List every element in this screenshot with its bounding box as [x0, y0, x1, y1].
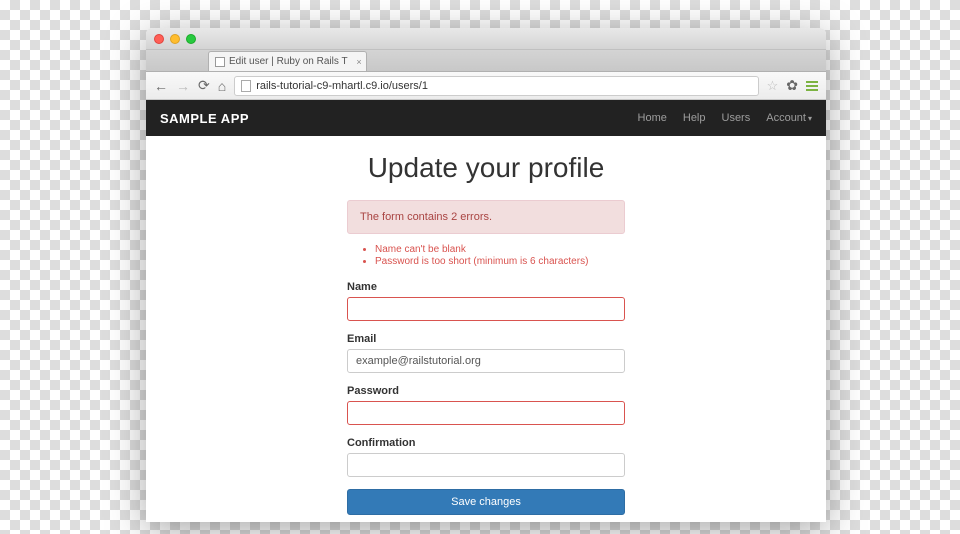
nav-help[interactable]: Help: [683, 112, 706, 124]
page-icon: [215, 57, 225, 67]
nav-home[interactable]: Home: [638, 112, 667, 124]
window-minimize-button[interactable]: [170, 34, 180, 44]
nav-users[interactable]: Users: [722, 112, 751, 124]
name-label: Name: [347, 281, 625, 293]
menu-hamburger-icon[interactable]: [806, 81, 818, 91]
address-bar[interactable]: rails-tutorial-c9-mhartl.c9.io/users/1: [234, 76, 758, 96]
nav-links: Home Help Users Account▾: [638, 112, 812, 124]
password-label: Password: [347, 385, 625, 397]
name-field[interactable]: [347, 297, 625, 321]
app-navbar: SAMPLE APP Home Help Users Account▾: [146, 100, 826, 136]
chevron-down-icon: ▾: [808, 114, 812, 123]
window-titlebar: [146, 28, 826, 50]
error-list: Name can't be blank Password is too shor…: [347, 244, 625, 267]
email-label: Email: [347, 333, 625, 345]
home-icon[interactable]: ⌂: [218, 78, 226, 94]
url-text: rails-tutorial-c9-mhartl.c9.io/users/1: [256, 80, 428, 92]
nav-account[interactable]: Account▾: [766, 112, 812, 124]
page-body: Update your profile The form contains 2 …: [146, 136, 826, 522]
tab-close-icon[interactable]: ×: [356, 57, 361, 67]
browser-tabbar: Edit user | Ruby on Rails T ×: [146, 50, 826, 72]
reload-icon[interactable]: ⟳: [198, 77, 210, 94]
password-field[interactable]: [347, 401, 625, 425]
save-changes-button[interactable]: Save changes: [347, 489, 625, 515]
back-icon[interactable]: ←: [154, 78, 168, 94]
page-title: Update your profile: [146, 152, 826, 184]
page-content: SAMPLE APP Home Help Users Account▾ Upda…: [146, 100, 826, 522]
error-summary: The form contains 2 errors.: [347, 200, 625, 234]
bookmark-star-icon[interactable]: ☆: [767, 78, 779, 94]
error-item: Name can't be blank: [375, 244, 625, 255]
settings-gear-icon[interactable]: ✿: [786, 77, 798, 94]
profile-form: The form contains 2 errors. Name can't b…: [347, 200, 625, 522]
error-item: Password is too short (minimum is 6 char…: [375, 256, 625, 267]
browser-window: Edit user | Ruby on Rails T × ← → ⟳ ⌂ ra…: [146, 28, 826, 522]
email-field[interactable]: [347, 349, 625, 373]
site-icon: [241, 80, 251, 92]
confirmation-label: Confirmation: [347, 437, 625, 449]
forward-icon[interactable]: →: [176, 78, 190, 94]
browser-tab[interactable]: Edit user | Ruby on Rails T ×: [208, 51, 367, 71]
brand-logo[interactable]: SAMPLE APP: [160, 111, 249, 126]
window-maximize-button[interactable]: [186, 34, 196, 44]
confirmation-field[interactable]: [347, 453, 625, 477]
tab-title: Edit user | Ruby on Rails T: [229, 56, 348, 67]
window-close-button[interactable]: [154, 34, 164, 44]
browser-toolbar: ← → ⟳ ⌂ rails-tutorial-c9-mhartl.c9.io/u…: [146, 72, 826, 100]
